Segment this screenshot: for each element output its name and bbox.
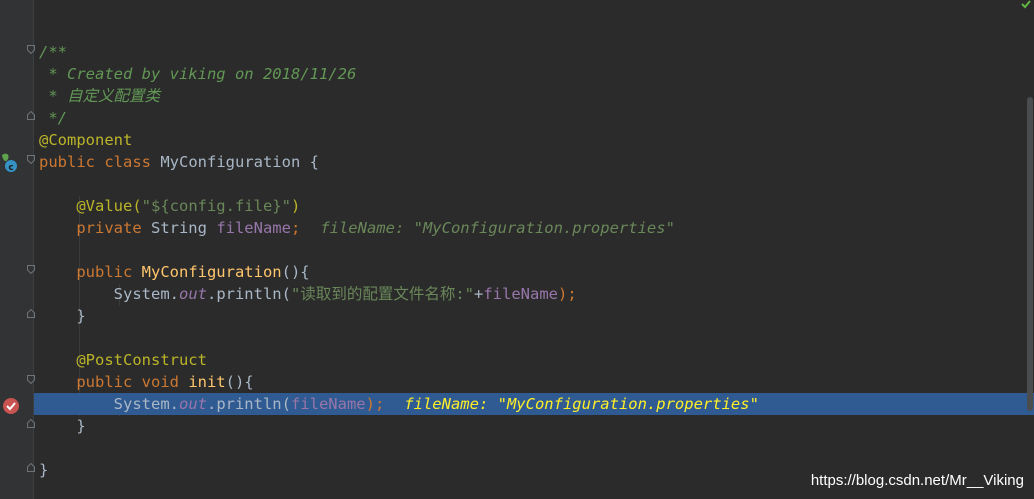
- brace: }: [76, 417, 86, 435]
- paren: (){: [281, 263, 310, 281]
- code-line: public MyConfiguration(){: [34, 261, 1034, 283]
- static-field: out: [178, 395, 207, 413]
- vertical-scrollbar[interactable]: [1026, 0, 1034, 499]
- field-name: fileName: [290, 395, 366, 413]
- static-field: out: [178, 285, 207, 303]
- annotation: @Component: [39, 131, 133, 149]
- string-literal: "${config.file}": [141, 197, 291, 215]
- method-call: .println(: [206, 285, 291, 303]
- semicolon: ;: [290, 219, 301, 237]
- code-line: public class MyConfiguration {: [34, 151, 1034, 173]
- class-name: MyConfiguration: [160, 153, 301, 171]
- implementation-icon[interactable]: c: [0, 151, 20, 177]
- current-execution-line: System.out.println(fileName); fileName: "…: [34, 393, 1034, 415]
- code-line: @PostConstruct: [34, 349, 1034, 371]
- keyword: private: [76, 219, 151, 237]
- brace: }: [76, 307, 86, 325]
- class-ref: System.: [113, 285, 179, 303]
- code-line: }: [34, 305, 1034, 327]
- method-call: .println(: [206, 395, 291, 413]
- annotation-paren: ): [290, 197, 301, 215]
- string-literal: "读取到的配置文件名称:": [290, 285, 474, 303]
- code-line: System.out.println("读取到的配置文件名称:"+fileNam…: [34, 283, 1034, 305]
- paren-semicolon: );: [557, 285, 577, 303]
- code-line: * Created by viking on 2018/11/26: [34, 63, 1034, 85]
- watermark: https://blog.csdn.net/Mr__Viking: [810, 472, 1024, 489]
- code-line: /**: [34, 41, 1034, 63]
- comment: * 自定义配置类: [39, 87, 160, 105]
- paren: (){: [225, 373, 254, 391]
- code-editor[interactable]: /** * Created by viking on 2018/11/26 * …: [34, 0, 1034, 499]
- brace: }: [39, 461, 49, 479]
- operator: +: [473, 285, 484, 303]
- code-line: * 自定义配置类: [34, 85, 1034, 107]
- svg-text:c: c: [8, 163, 13, 173]
- inline-debug-value: fileName: "MyConfiguration.properties": [404, 395, 759, 413]
- annotation: @PostConstruct: [76, 351, 207, 369]
- inline-debug-value: fileName: "MyConfiguration.properties": [320, 219, 675, 237]
- type-name: String: [150, 219, 217, 237]
- code-line: @Value("${config.file}"): [34, 195, 1034, 217]
- comment: * Created by viking on 2018/11/26: [39, 65, 357, 83]
- field-name: fileName: [483, 285, 558, 303]
- method-name: init: [188, 373, 226, 391]
- comment: */: [39, 109, 67, 127]
- code-line: public void init(){: [34, 371, 1034, 393]
- keyword: public void: [76, 373, 189, 391]
- code-line: */: [34, 107, 1034, 129]
- annotation: @Value(: [76, 197, 142, 215]
- field-name: fileName: [216, 219, 291, 237]
- scrollbar-thumb[interactable]: [1027, 97, 1033, 411]
- breakpoint-icon[interactable]: [2, 397, 20, 419]
- brace: {: [300, 153, 319, 171]
- code-line: private String fileName; fileName: "MyCon…: [34, 217, 1034, 239]
- class-ref: System.: [113, 395, 179, 413]
- comment: /**: [39, 43, 67, 61]
- keyword: public class: [39, 153, 161, 171]
- paren-semicolon: );: [365, 395, 385, 413]
- keyword: public: [76, 263, 142, 281]
- code-line: }: [34, 415, 1034, 437]
- constructor-name: MyConfiguration: [141, 263, 282, 281]
- code-line: @Component: [34, 129, 1034, 151]
